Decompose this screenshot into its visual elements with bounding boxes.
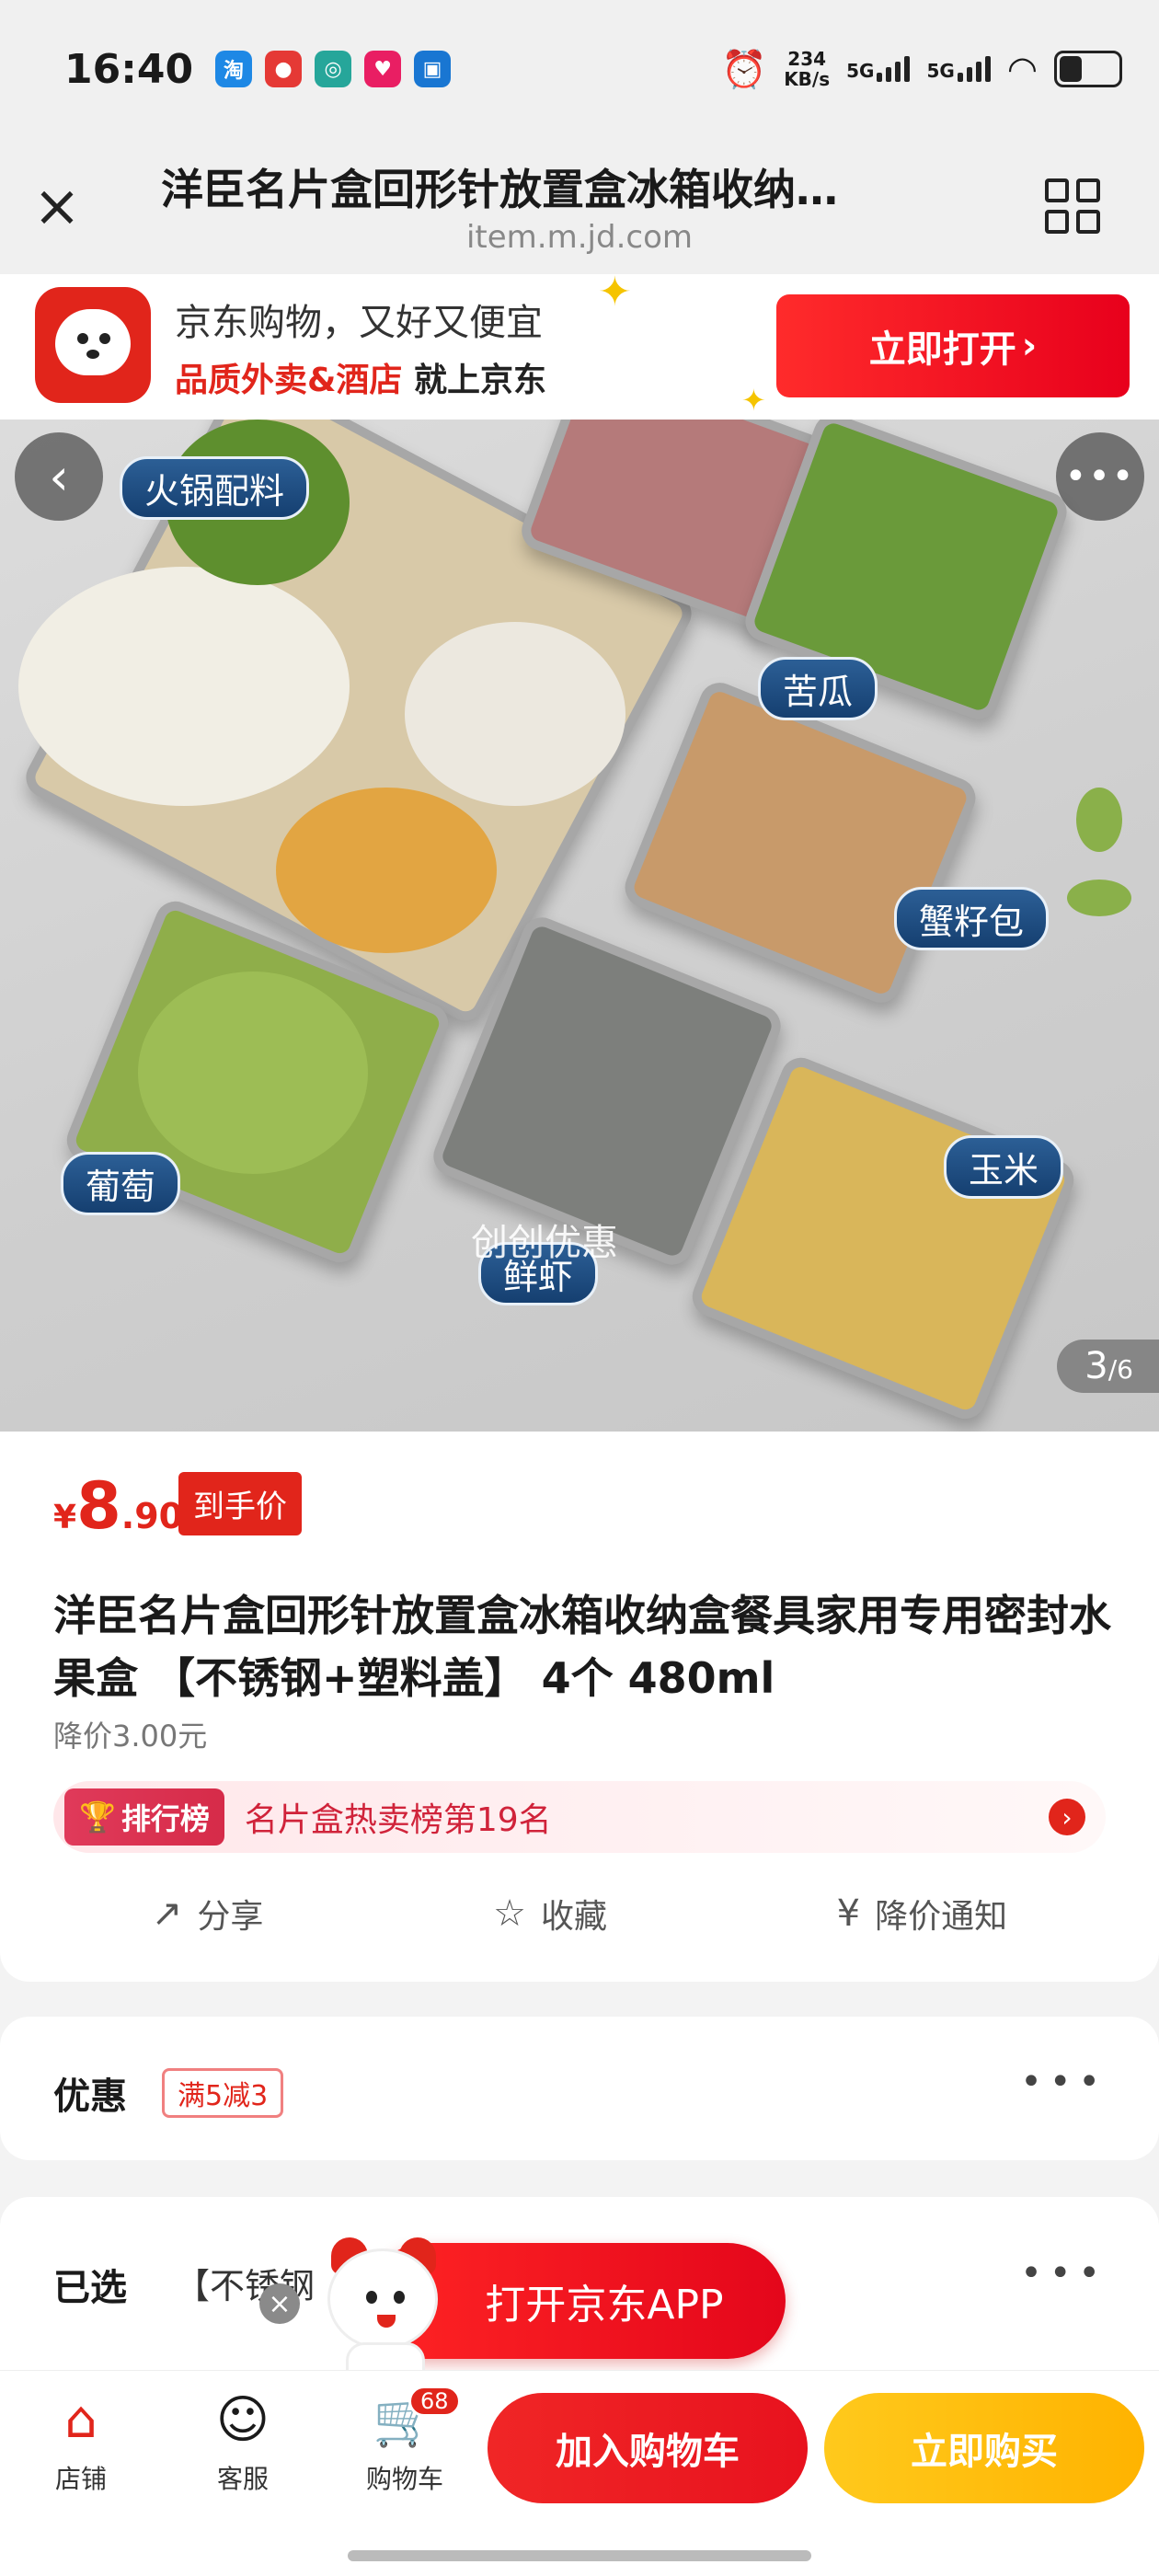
back-icon[interactable]: ‹ bbox=[15, 432, 103, 521]
trophy-icon: 🏆 bbox=[79, 1800, 116, 1834]
app-notification-icon: ◎ bbox=[315, 51, 352, 87]
open-app-button[interactable]: 立即打开 › bbox=[776, 294, 1130, 397]
food-label: 蟹籽包 bbox=[894, 887, 1050, 950]
store-tab[interactable]: ⌂ 店铺 bbox=[26, 2386, 136, 2496]
food-mushroom bbox=[18, 567, 350, 806]
chevron-right-icon: › bbox=[1049, 1799, 1085, 1835]
buy-now-button[interactable]: 立即购买 bbox=[824, 2393, 1144, 2503]
grid-menu-icon[interactable] bbox=[1045, 178, 1100, 234]
price: ¥ 8 .90 bbox=[53, 1468, 184, 1544]
price-alert-button[interactable]: ¥ 降价通知 bbox=[837, 1890, 1007, 1938]
status-bar: 16:40 淘 ● ◎ ♥ ▣ ⏰ 234 KB/s 5G 5G ◠ bbox=[0, 0, 1159, 138]
price-drop: 降价3.00元 bbox=[53, 1719, 208, 1754]
cart-count-badge: 68 bbox=[408, 2386, 461, 2417]
food-label: 玉米 bbox=[944, 1135, 1064, 1199]
bottom-action-bar: ⌂ 店铺 ☺ 客服 🛒 68 购物车 加入购物车 立即购买 bbox=[0, 2370, 1159, 2576]
food-grape-loose bbox=[1067, 880, 1131, 916]
more-icon: ••• bbox=[1020, 2252, 1107, 2294]
signal-bars-icon bbox=[957, 56, 991, 82]
food-grape-loose bbox=[1076, 788, 1122, 852]
watermark: 创创优惠 bbox=[471, 1222, 618, 1264]
product-image-carousel[interactable]: ‹ ••• 火锅配料 苦瓜 蟹籽包 葡萄 鲜虾 玉米 创创优惠 3/6 bbox=[0, 420, 1159, 1432]
signal-strength-2: 5G bbox=[926, 56, 991, 82]
favorite-button[interactable]: ☆ 收藏 bbox=[493, 1890, 607, 1938]
tray-crab-bun bbox=[618, 676, 982, 1009]
promotion-tag: 满5减3 bbox=[162, 2068, 284, 2118]
product-info-card: ¥ 8 .90 到手价 洋臣名片盒回形针放置盒冰箱收纳盒餐具家用专用密封水果盒 … bbox=[0, 1432, 1159, 1982]
chevron-right-icon: › bbox=[1021, 325, 1038, 367]
food-fishballs bbox=[405, 622, 625, 806]
food-grape-bunch bbox=[138, 972, 368, 1174]
price-tag-icon: ¥ bbox=[836, 1892, 861, 1935]
food-label: 葡萄 bbox=[61, 1152, 181, 1215]
share-icon: ↗ bbox=[151, 1892, 183, 1935]
app-notification-icon: ● bbox=[265, 51, 303, 87]
jd-logo bbox=[35, 287, 151, 403]
product-title: 洋臣名片盒回形针放置盒冰箱收纳盒餐具家用专用密封水果盒 【不锈钢+塑料盖】 4个… bbox=[53, 1591, 1111, 1703]
image-counter: 3/6 bbox=[1057, 1340, 1159, 1393]
signal-strength-1: 5G bbox=[846, 56, 911, 82]
app-notification-icon: 淘 bbox=[215, 51, 253, 87]
alarm-icon: ⏰ bbox=[721, 48, 768, 91]
more-icon[interactable]: ••• bbox=[1056, 432, 1144, 521]
sparkle-icon: ✦ bbox=[598, 269, 632, 316]
ranking-badge: 🏆 排行榜 bbox=[64, 1788, 224, 1846]
clock: 16:40 bbox=[64, 45, 194, 93]
store-icon: ⌂ bbox=[64, 2390, 98, 2450]
sparkle-icon: ✦ bbox=[741, 383, 766, 418]
food-tofu bbox=[276, 788, 497, 953]
customer-service-tab[interactable]: ☺ 客服 bbox=[188, 2386, 298, 2496]
browser-header: × 洋臣名片盒回形针放置盒冰箱收纳… item.m.jd.com bbox=[0, 138, 1159, 274]
food-label: 火锅配料 bbox=[120, 456, 310, 520]
star-icon: ☆ bbox=[493, 1892, 526, 1935]
banner-slogan: 京东购物，又好又便宜 bbox=[175, 302, 543, 344]
notification-icons: 淘 ● ◎ ♥ ▣ bbox=[215, 51, 452, 87]
more-icon: ••• bbox=[1020, 2061, 1107, 2103]
cart-tab[interactable]: 🛒 68 购物车 bbox=[350, 2386, 461, 2496]
battery-icon bbox=[1054, 51, 1122, 87]
page-url: item.m.jd.com bbox=[465, 219, 693, 256]
action-row: ↗ 分享 ☆ 收藏 ¥ 降价通知 bbox=[0, 1890, 1159, 1938]
selected-label: 已选 bbox=[53, 2267, 127, 2309]
banner-subslogan: 品质外卖&酒店 就上京东 bbox=[175, 362, 546, 399]
close-icon[interactable]: × bbox=[259, 2283, 300, 2324]
signal-bars-icon bbox=[877, 56, 911, 82]
wifi-icon: ◠ bbox=[1006, 49, 1038, 89]
jd-mascot-icon bbox=[313, 2237, 451, 2379]
app-notification-icon: ▣ bbox=[414, 51, 452, 87]
promotion-label: 优惠 bbox=[53, 2076, 127, 2118]
network-speed: 234 KB/s bbox=[784, 48, 831, 90]
chat-icon: ☺ bbox=[215, 2390, 270, 2450]
share-button[interactable]: ↗ 分享 bbox=[152, 1890, 264, 1938]
food-label: 苦瓜 bbox=[758, 657, 878, 720]
home-indicator[interactable] bbox=[348, 2550, 811, 2561]
app-notification-icon: ♥ bbox=[364, 51, 402, 87]
ranking-bar[interactable]: 🏆 排行榜 名片盒热卖榜第19名 › bbox=[53, 1781, 1106, 1853]
final-price-tag: 到手价 bbox=[178, 1472, 302, 1535]
page-title: 洋臣名片盒回形针放置盒冰箱收纳… bbox=[161, 165, 838, 214]
promotion-row[interactable]: 优惠 满5减3 ••• bbox=[0, 2017, 1159, 2160]
ranking-text: 名片盒热卖榜第19名 bbox=[244, 1801, 552, 1839]
add-to-cart-button[interactable]: 加入购物车 bbox=[488, 2393, 808, 2503]
jd-app-banner[interactable]: 京东购物，又好又便宜 品质外卖&酒店 就上京东 ✦ ✦ 立即打开 › bbox=[0, 269, 1159, 420]
